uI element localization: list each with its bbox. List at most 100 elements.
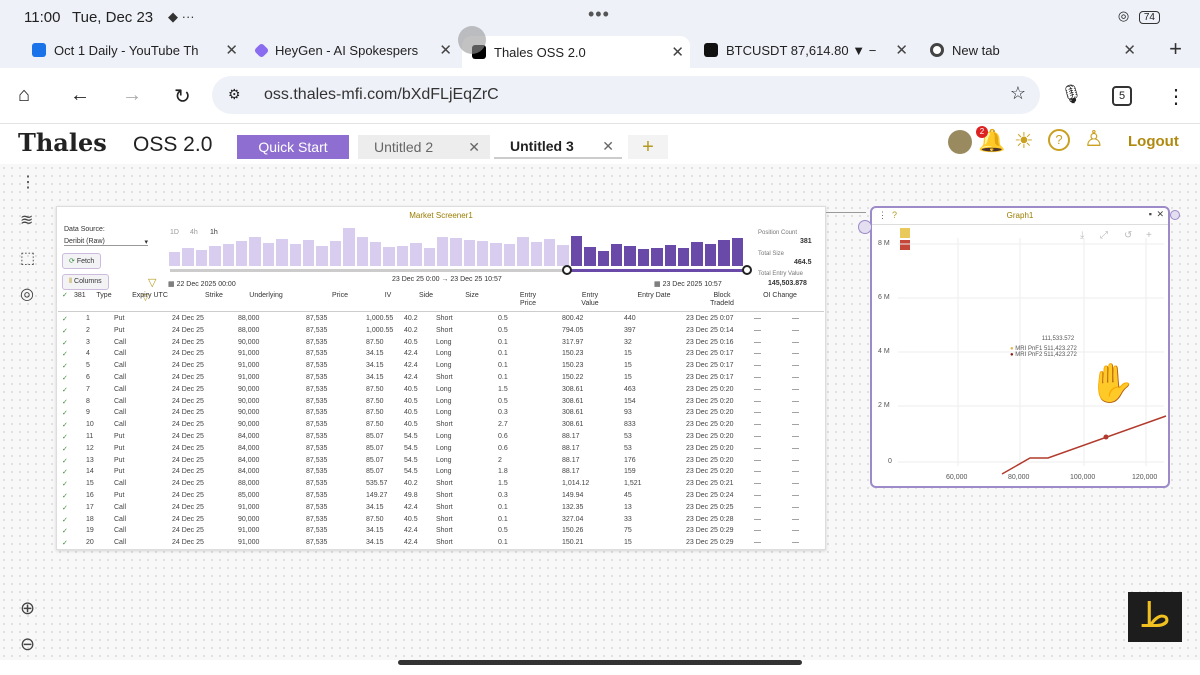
column-header[interactable]: Entry Value <box>573 292 607 308</box>
browser-tab-youtube[interactable]: Oct 1 Daily - YouTube Th ✕ <box>22 36 244 64</box>
date-to[interactable]: ▦ 23 Dec 2025 10:57 <box>654 280 722 288</box>
row-checkbox[interactable]: ✓ <box>62 457 68 465</box>
row-checkbox[interactable]: ✓ <box>62 504 68 512</box>
table-row[interactable]: ✓ 2 Put 24 Dec 25 88,000 87,535 1,000.55 40.2 Sh… <box>58 326 824 338</box>
table-row[interactable]: ✓ 8 Call 24 Dec 25 90,000 87,535 87.50 40.5 Long… <box>58 397 824 409</box>
table-row[interactable]: ✓ 14 Put 24 Dec 25 84,000 87,535 85.07 54.5 Long… <box>58 467 824 479</box>
zoom-out-icon[interactable]: ⊖ <box>20 634 35 655</box>
more-vertical-icon[interactable]: ⋮ <box>20 172 36 192</box>
site-settings-icon[interactable]: ⚙ <box>228 86 241 103</box>
column-header[interactable]: Expiry UTC <box>129 292 171 300</box>
table-row[interactable]: ✓ 12 Put 24 Dec 25 84,000 87,535 85.07 54.5 Long… <box>58 444 824 456</box>
column-header[interactable]: IV <box>380 292 396 300</box>
table-row[interactable]: ✓ 13 Put 24 Dec 25 84,000 87,535 85.07 54.5 Long… <box>58 456 824 468</box>
column-header[interactable]: Price <box>326 292 354 300</box>
row-checkbox[interactable]: ✓ <box>62 492 68 500</box>
column-header[interactable]: Underlying <box>243 292 289 300</box>
column-header[interactable]: Size <box>460 292 484 300</box>
row-checkbox[interactable]: ✓ <box>62 516 68 524</box>
row-checkbox[interactable]: ✓ <box>62 480 68 488</box>
logout-button[interactable]: Logout <box>1128 133 1179 150</box>
bookmark-star-icon[interactable]: ☆ <box>1010 83 1026 104</box>
row-checkbox[interactable]: ✓ <box>62 409 68 417</box>
zoom-in-icon[interactable]: ⊕ <box>20 598 35 619</box>
browser-menu-icon[interactable]: ⋮ <box>1166 84 1186 109</box>
column-header[interactable]: Block TradeId <box>702 292 742 308</box>
close-icon[interactable]: ✕ <box>225 41 238 59</box>
date-from[interactable]: ▦ 22 Dec 2025 00:00 <box>168 280 236 288</box>
add-tab-button[interactable]: + <box>628 135 668 159</box>
columns-button[interactable]: ⦀ Columns <box>62 274 109 290</box>
column-header[interactable]: Entry Date <box>631 292 677 300</box>
new-tab-button[interactable]: + <box>1169 36 1182 62</box>
filter-icon[interactable]: ▽ <box>148 276 156 289</box>
row-checkbox[interactable]: ✓ <box>62 445 68 453</box>
reload-icon[interactable]: ↻ <box>174 84 191 109</box>
select-box-icon[interactable]: ⬚ <box>20 248 35 268</box>
close-icon[interactable]: ✕ <box>468 139 480 156</box>
close-icon[interactable]: ✕ <box>439 41 452 59</box>
table-row[interactable]: ✓ 4 Call 24 Dec 25 91,000 87,535 34.15 42.4 Long… <box>58 349 824 361</box>
row-checkbox[interactable]: ✓ <box>62 374 68 382</box>
row-checkbox[interactable]: ✓ <box>62 398 68 406</box>
table-row[interactable]: ✓ 17 Call 24 Dec 25 91,000 87,535 34.15 42.4 Sho… <box>58 503 824 515</box>
column-header[interactable]: Entry Price <box>511 292 545 308</box>
layers-icon[interactable]: ≋ <box>20 210 33 230</box>
tab-untitled-2[interactable]: Untitled 2 ✕ <box>358 135 490 159</box>
browser-tab-newtab[interactable]: New tab ✕ <box>920 36 1142 64</box>
table-row[interactable]: ✓ 18 Call 24 Dec 25 90,000 87,535 87.50 40.5 Sho… <box>58 515 824 527</box>
close-icon[interactable]: ✕ <box>602 138 614 155</box>
tab-untitled-3[interactable]: Untitled 3 ✕ <box>494 135 622 159</box>
table-row[interactable]: ✓ 19 Call 24 Dec 25 91,000 87,535 34.15 42.4 Sho… <box>58 526 824 538</box>
home-icon[interactable]: ⌂ <box>18 84 30 107</box>
time-slider[interactable] <box>170 265 752 275</box>
column-header[interactable]: Side <box>412 292 440 300</box>
microphone-icon[interactable]: 🎙 <box>1060 84 1083 105</box>
row-checkbox[interactable]: ✓ <box>62 315 68 323</box>
tab-count-icon[interactable]: 5 <box>1112 86 1132 106</box>
close-icon[interactable]: ✕ <box>671 43 684 61</box>
table-row[interactable]: ✓ 9 Call 24 Dec 25 90,000 87,535 87.50 40.5 Long… <box>58 408 824 420</box>
browser-tab-heygen[interactable]: HeyGen - AI Spokespers ✕ <box>246 36 458 64</box>
table-row[interactable]: ✓ 3 Call 24 Dec 25 90,000 87,535 87.50 40.5 Long… <box>58 338 824 350</box>
column-header[interactable]: OI Change <box>763 292 797 300</box>
row-checkbox[interactable]: ✓ <box>62 433 68 441</box>
window-menu-dots[interactable]: ••• <box>588 4 610 25</box>
browser-tab-thales[interactable]: Thales OSS 2.0 ✕ <box>462 36 690 68</box>
help-icon[interactable]: ? <box>1048 129 1070 151</box>
table-row[interactable]: ✓ 6 Call 24 Dec 25 91,000 87,535 34.15 42.4 Shor… <box>58 373 824 385</box>
select-all-checkbox[interactable]: ✓ <box>62 292 68 300</box>
table-row[interactable]: ✓ 11 Put 24 Dec 25 84,000 87,535 85.07 54.5 Long… <box>58 432 824 444</box>
avatar[interactable] <box>948 130 972 154</box>
user-icon[interactable]: ♙ <box>1084 126 1104 152</box>
theme-sun-icon[interactable]: ☀ <box>1014 128 1034 154</box>
row-checkbox[interactable]: ✓ <box>62 350 68 358</box>
row-checkbox[interactable]: ✓ <box>62 421 68 429</box>
table-row[interactable]: ✓ 5 Call 24 Dec 25 91,000 87,535 34.15 42.4 Long… <box>58 361 824 373</box>
fetch-button[interactable]: ⟳ Fetch <box>62 253 102 269</box>
close-icon[interactable]: ✕ <box>895 41 908 59</box>
row-checkbox[interactable]: ✓ <box>62 468 68 476</box>
tab-quick-start[interactable]: Quick Start <box>237 135 349 159</box>
forward-icon[interactable]: → <box>122 84 142 107</box>
slider-handle-end[interactable] <box>742 265 752 275</box>
visibility-icon[interactable]: ◎ <box>20 284 34 304</box>
row-checkbox[interactable]: ✓ <box>62 527 68 535</box>
column-header[interactable]: Strike <box>199 292 229 300</box>
row-checkbox[interactable]: ✓ <box>62 362 68 370</box>
table-row[interactable]: ✓ 20 Call 24 Dec 25 91,000 87,535 34.15 42.4 Sho… <box>58 538 824 550</box>
connector-node[interactable] <box>858 220 872 234</box>
close-icon[interactable]: ✕ <box>1123 41 1136 59</box>
table-row[interactable]: ✓ 1 Put 24 Dec 25 88,000 87,535 1,000.55 40.2 Sh… <box>58 314 824 326</box>
table-row[interactable]: ✓ 15 Call 24 Dec 25 88,000 87,535 535.57 40.2 Sh… <box>58 479 824 491</box>
back-icon[interactable]: ← <box>70 84 90 107</box>
browser-tab-btcusdt[interactable]: BTCUSDT 87,614.80 ▼ − ✕ <box>694 36 914 64</box>
table-row[interactable]: ✓ 16 Put 24 Dec 25 85,000 87,535 149.27 49.8 Sho… <box>58 491 824 503</box>
connector-node-right[interactable] <box>1170 210 1180 220</box>
row-checkbox[interactable]: ✓ <box>62 386 68 394</box>
table-row[interactable]: ✓ 7 Call 24 Dec 25 90,000 87,535 87.50 40.5 Long… <box>58 385 824 397</box>
row-checkbox[interactable]: ✓ <box>62 339 68 347</box>
data-source-select[interactable]: Deribit (Raw) ▾ <box>64 238 148 246</box>
table-row[interactable]: ✓ 10 Call 24 Dec 25 90,000 87,535 87.50 40.5 Sho… <box>58 420 824 432</box>
row-checkbox[interactable]: ✓ <box>62 539 68 547</box>
